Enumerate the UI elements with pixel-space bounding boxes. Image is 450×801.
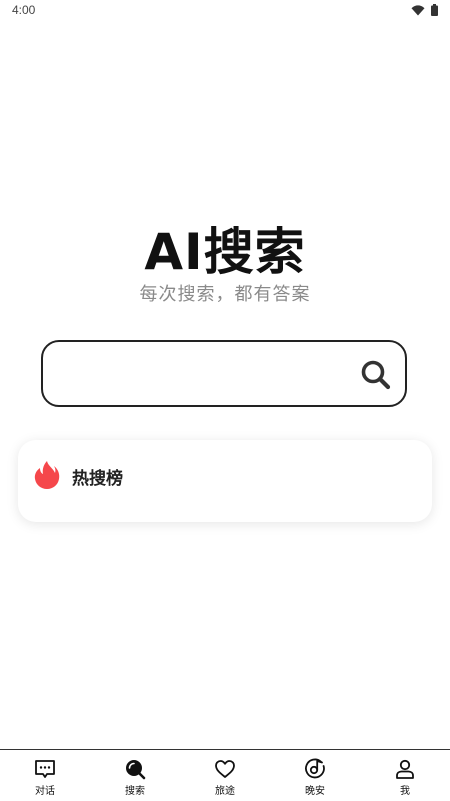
hot-search-card[interactable]: 热搜榜 xyxy=(18,440,432,522)
status-time: 4:00 xyxy=(12,3,36,17)
tab-label-chat: 对话 xyxy=(35,786,55,797)
chat-icon xyxy=(35,760,55,778)
flame-icon xyxy=(34,461,60,489)
search-icon xyxy=(126,760,146,780)
page-subtitle: 每次搜索，都有答案 xyxy=(139,284,311,305)
tab-chat[interactable]: 对话 xyxy=(0,750,90,801)
battery-icon xyxy=(431,4,438,16)
tab-search[interactable]: 搜索 xyxy=(90,750,180,801)
status-icons xyxy=(411,4,438,16)
page-title: AI搜索 xyxy=(144,223,306,281)
user-icon xyxy=(396,759,414,779)
tab-label-goodnight: 晚安 xyxy=(305,786,325,797)
wifi-icon xyxy=(411,4,425,15)
bottom-tab-bar: 对话 搜索 旅途 晚安 我 xyxy=(0,749,450,801)
tab-me[interactable]: 我 xyxy=(360,750,450,801)
tab-journey[interactable]: 旅途 xyxy=(180,750,270,801)
tab-goodnight[interactable]: 晚安 xyxy=(270,750,360,801)
search-box[interactable] xyxy=(41,340,407,407)
status-bar: 4:00 xyxy=(0,0,450,20)
music-disc-icon xyxy=(305,758,325,779)
hot-search-title: 热搜榜 xyxy=(72,469,123,489)
search-icon xyxy=(361,360,391,390)
search-input[interactable] xyxy=(59,356,353,394)
tab-label-journey: 旅途 xyxy=(215,786,235,797)
heart-icon xyxy=(215,760,235,778)
search-button[interactable] xyxy=(359,358,393,392)
tab-label-search: 搜索 xyxy=(125,786,145,797)
tab-label-me: 我 xyxy=(400,786,410,797)
